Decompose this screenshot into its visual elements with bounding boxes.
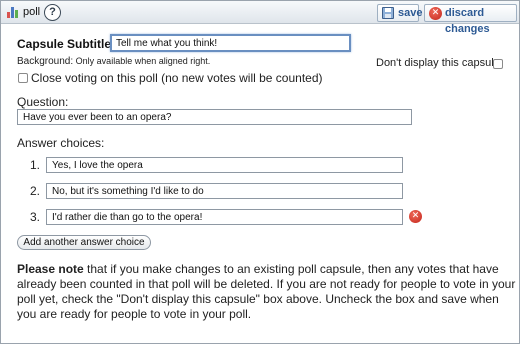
discard-label: discard changes [445,7,490,35]
subtitle-label: Capsule Subtitle: [17,37,116,51]
note-body: that if you make changes to an existing … [17,262,516,321]
discard-changes-button[interactable]: ✕ discard changes [424,4,517,35]
bar-chart-icon [7,6,19,18]
please-note-text: Please note that if you make changes to … [17,262,517,322]
answer-number: 2. [30,184,41,198]
close-circle-icon: ✕ [429,7,442,20]
note-heading: Please note [17,262,84,276]
help-icon[interactable]: ? [44,4,61,21]
background-label: Background: Only available when aligned … [17,56,211,67]
answer-number: 3. [30,210,41,224]
save-button[interactable]: save [377,4,423,22]
floppy-disk-icon [382,7,394,19]
save-label: save [398,7,423,19]
dont-display-label: Don't display this capsule: [376,57,503,69]
delete-choice-icon[interactable]: ✕ [409,210,422,223]
question-input[interactable]: Have you ever been to an opera? [17,109,412,125]
answer-choices-label: Answer choices: [17,136,105,150]
capsule-type-label: poll [23,6,41,18]
dont-display-checkbox[interactable] [493,59,503,69]
subtitle-input[interactable]: Tell me what you think! [110,34,351,52]
add-answer-choice-button[interactable]: Add another answer choice [17,235,151,250]
close-voting-checkbox[interactable] [18,73,28,83]
question-label: Question: [17,95,69,109]
toolbar: poll ? save ✕ discard changes [1,1,519,35]
answer-number: 1. [30,158,41,172]
close-voting-label: Close voting on this poll (no new votes … [31,71,323,85]
answer-choice-input-2[interactable]: No, but it's something I'd like to do [46,183,403,199]
answer-choice-input-3[interactable]: I'd rather die than go to the opera! [46,209,403,225]
answer-choice-input-1[interactable]: Yes, I love the opera [46,157,403,173]
